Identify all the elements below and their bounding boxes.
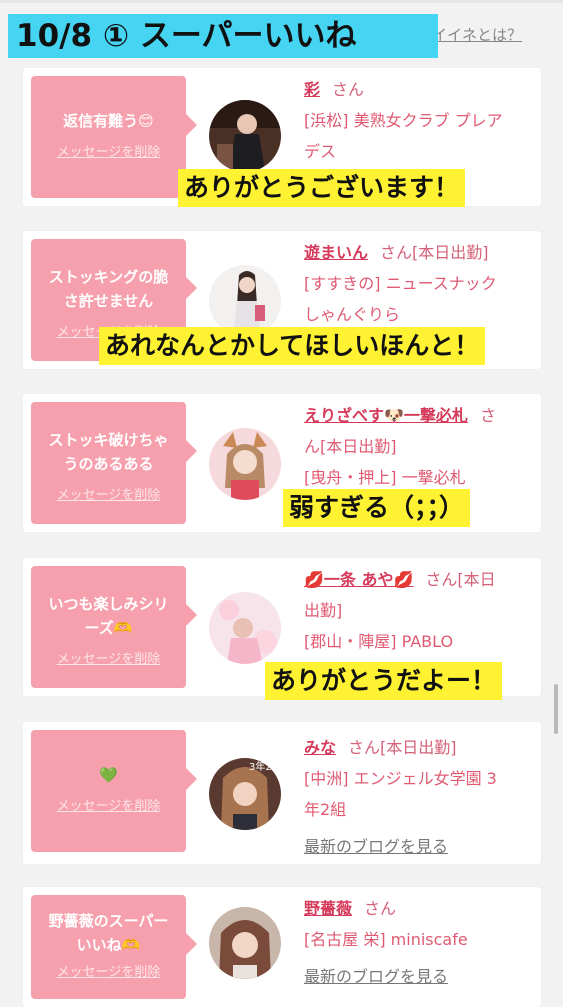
shop-name[interactable]: [中洲] エンジェル女学園 3 [304,763,529,794]
caption-overlay: ありがとうだよー！ [265,662,503,700]
cast-info: みな さん[本日出勤] [中洲] エンジェル女学園 3 年2組 最新のブログを見る [304,732,529,862]
message-line: うのあるある [63,455,154,473]
caption-overlay: あれなんとかしてほしいほんと！ [99,327,486,365]
shop-name[interactable]: [浜松] 美熟女クラブ プレア [304,105,529,136]
honorific: さん [364,899,397,918]
honorific: さ [479,406,496,425]
page-title: 10/8 ① スーパーいいね [8,14,438,58]
message-bubble: ストッキ破けちゃ うのあるある メッセージを削除 [31,402,197,524]
cast-name-link[interactable]: 💋一条 あや💋 [304,570,413,589]
message-bubble: 返信有難う😊 メッセージを削除 [31,76,197,198]
about-iine-link[interactable]: イイネとは？ [432,24,522,45]
message-bubble: 💚 メッセージを削除 [31,730,197,852]
message-line: ーズ🫶 [84,619,133,637]
message-line: いつも楽しみシリ [48,595,169,613]
shop-name[interactable]: [郡山・陣屋] PABLO [304,626,529,657]
cast-name-link[interactable]: みな [304,738,336,757]
message-bubble: 野薔薇のスーパー いいね🫶 メッセージを削除 [31,895,197,999]
message-text: 💚 [99,766,118,784]
message-line: 野薔薇のスーパー [48,912,169,930]
avatar-text: 3年2 [249,760,272,773]
message-text: いつも楽しみシリ ーズ🫶 [31,592,186,640]
message-bubble: いつも楽しみシリ ーズ🫶 メッセージを削除 [31,566,197,688]
cast-info: えりざべす🐶一撃必札さ ん[本日出勤] [曳舟・押上] 一撃必札 [304,400,529,493]
list-item: 野薔薇のスーパー いいね🫶 メッセージを削除 野薔薇 さん [名古屋 栄] min… [23,887,541,1007]
scrollbar[interactable] [554,684,558,734]
shop-name-cont[interactable]: 年2組 [304,794,529,825]
latest-blog-link[interactable]: 最新のブログを見る [304,837,448,856]
delete-message-link[interactable]: メッセージを削除 [31,648,186,667]
avatar[interactable] [209,100,281,172]
message-text: 野薔薇のスーパー いいね🫶 [31,909,186,957]
message-line: ストッキングの脆 [48,268,169,286]
avatar[interactable] [209,428,281,500]
delete-message-link[interactable]: メッセージを削除 [31,961,186,980]
cast-info: 彩さん [浜松] 美熟女クラブ プレア デス [304,74,529,167]
shop-name-cont[interactable]: しゃんぐりら [304,299,529,330]
top-divider [0,0,563,3]
avatar[interactable] [209,592,281,664]
latest-blog-link[interactable]: 最新のブログを見る [304,967,448,986]
shop-name[interactable]: [名古屋 栄] miniscafe [304,924,529,955]
cast-info: 遊まいん さん[本日出勤] [すすきの] ニュースナック しゃんぐりら [304,237,529,330]
cast-info: 野薔薇 さん [名古屋 栄] miniscafe 最新のブログを見る [304,893,529,992]
message-line: ストッキ破けちゃ [48,431,169,449]
message-line: いいね🫶 [76,936,141,954]
cast-name-link[interactable]: 野薔薇 [304,899,352,918]
avatar[interactable]: 3年2 [209,758,281,830]
message-text: ストッキ破けちゃ うのあるある [31,428,186,476]
honorific: さん[本日 [425,570,496,589]
list-item: 💚 メッセージを削除 3年2 みな さん[本日出勤] [中洲] エンジェル女学園 … [23,722,541,864]
honorific: さん[本日出勤] [348,738,457,757]
cast-info: 💋一条 あや💋 さん[本日 出勤] [郡山・陣屋] PABLO [304,564,529,657]
message-line: さ許せません [63,292,154,310]
delete-message-link[interactable]: メッセージを削除 [31,484,186,503]
message-text: 返信有難う😊 [63,112,154,130]
shop-name-cont[interactable]: デス [304,136,529,167]
honorific: さん [380,243,413,262]
status-badge: ん[本日出勤] [304,437,397,456]
shop-name[interactable]: [すすきの] ニュースナック [304,268,529,299]
cast-name-link[interactable]: 彩 [304,80,320,99]
status-badge: 出勤] [304,601,343,620]
status-badge: [本日出勤] [412,243,489,262]
honorific: さん [332,80,365,99]
delete-message-link[interactable]: メッセージを削除 [31,795,186,814]
caption-overlay: ありがとうございます！ [178,169,466,207]
delete-message-link[interactable]: メッセージを削除 [31,141,186,160]
caption-overlay: 弱すぎる（；；） [283,489,471,527]
avatar[interactable] [209,907,281,979]
message-text: ストッキングの脆 さ許せません [31,265,186,313]
cast-name-link[interactable]: えりざべす🐶一撃必札 [304,406,468,425]
cast-name-link[interactable]: 遊まいん [304,243,368,262]
